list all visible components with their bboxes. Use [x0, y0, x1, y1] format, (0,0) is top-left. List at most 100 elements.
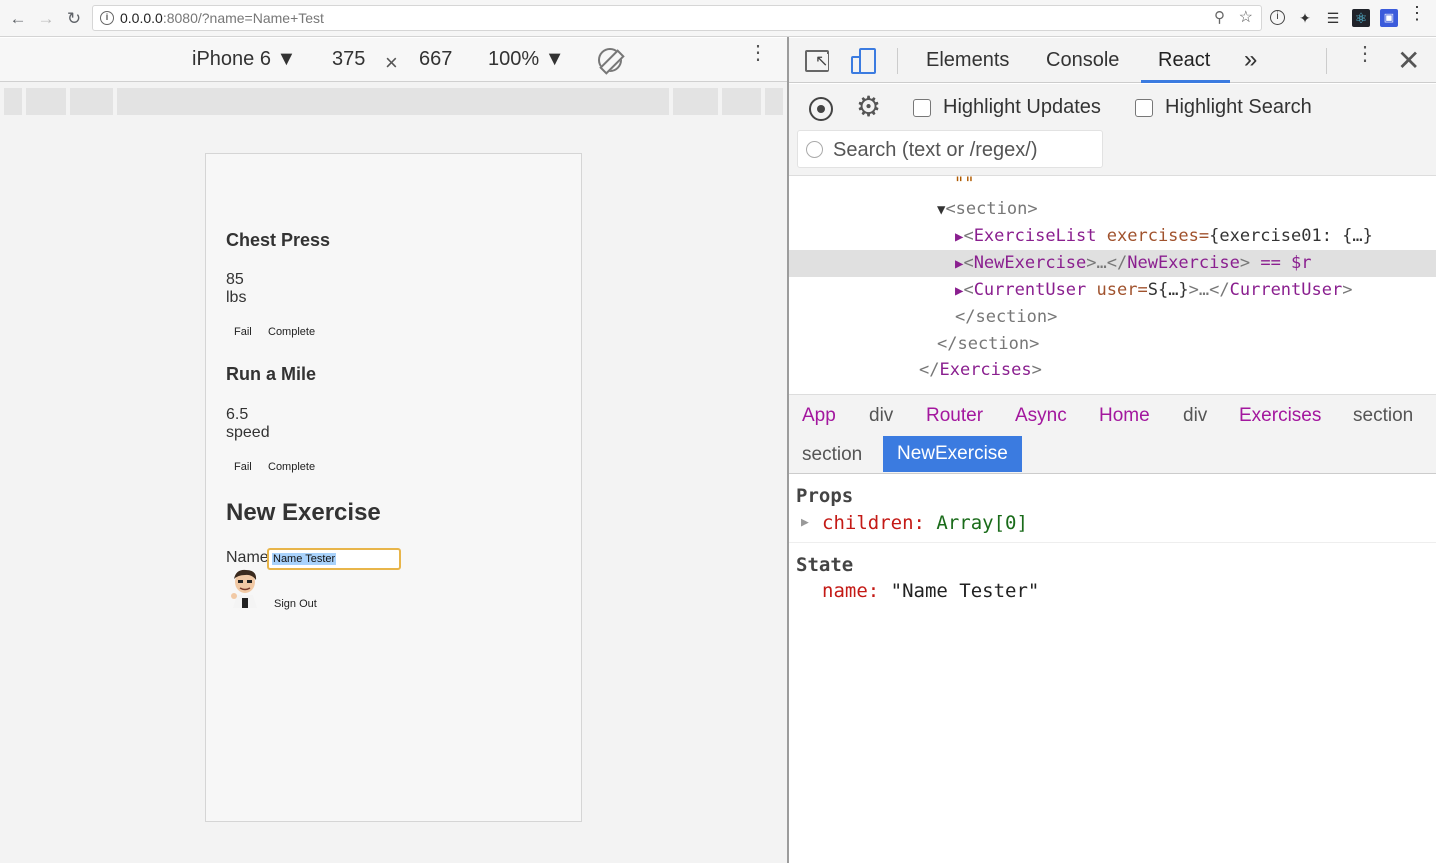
forward-icon[interactable]: → [35, 8, 57, 30]
user-avatar [231, 569, 257, 608]
name-label: Name [226, 549, 269, 566]
tree-node-selected[interactable]: ▶<NewExercise>…</NewExercise> == $r [789, 250, 1436, 277]
tree-node[interactable]: ▶<ExerciseList exercises={exercise01: {…… [789, 223, 1436, 250]
device-toolbar: iPhone 6 ▼ 375 × 667 100% ▼ ⋮ [0, 38, 787, 82]
tree-node[interactable]: </section> [789, 304, 1436, 331]
exercise-value: 6.5 [226, 406, 249, 423]
react-toolbar: ⚙ Highlight Updates Highlight Search Sea… [789, 84, 1436, 176]
breadcrumb-async[interactable]: Async [1015, 405, 1067, 427]
extension-pin-icon[interactable]: ✦ [1296, 9, 1314, 27]
highlight-search-label[interactable]: Highlight Search [1165, 96, 1312, 119]
current-user-tag: CurrentUser [973, 280, 1087, 300]
props-section: Props ▶ children: Array[0] [789, 475, 1436, 543]
info-icon[interactable]: i [100, 11, 114, 25]
breadcrumb-router[interactable]: Router [926, 405, 983, 427]
new-exercise-heading: New Exercise [226, 499, 381, 526]
exercise-list-attr: exercises= [1106, 226, 1210, 246]
inspect-element-icon[interactable] [805, 50, 829, 72]
complete-button[interactable]: Complete [268, 461, 315, 473]
extension-blue-icon[interactable]: ▣ [1380, 9, 1398, 27]
select-element-icon[interactable] [809, 97, 833, 121]
address-bar[interactable]: i 0.0.0.0:8080/?name=Name+Test ⚲ ☆ [92, 5, 1262, 31]
section-close-tag: </section> [955, 307, 1058, 327]
chrome-menu-icon[interactable]: ⋮ [1408, 4, 1426, 27]
more-tabs-icon[interactable]: » [1244, 46, 1257, 74]
react-extension-icon[interactable]: ⚛ [1352, 9, 1370, 27]
breadcrumb-new-exercise[interactable]: NewExercise [883, 436, 1022, 472]
prop-children[interactable]: children: Array[0] [822, 512, 1028, 534]
active-tab-indicator [1141, 80, 1230, 83]
highlight-updates-checkbox[interactable] [913, 99, 931, 117]
device-select[interactable]: iPhone 6 ▼ [192, 48, 296, 71]
state-section: State name: "Name Tester" [789, 544, 1436, 624]
breadcrumb-section[interactable]: section [1353, 405, 1413, 427]
device-viewport: Chest Press 85 lbs Fail Complete Run a M… [205, 153, 582, 822]
fail-button[interactable]: Fail [234, 461, 252, 473]
new-exercise-close-tag: NewExercise [1127, 253, 1240, 273]
prop-key: children: [822, 512, 925, 534]
section-open-tag: <section> [945, 199, 1038, 219]
tree-node[interactable]: ▶<CurrentUser user=S{…}>…</CurrentUser> [789, 277, 1436, 304]
breadcrumb-app[interactable]: App [802, 405, 836, 427]
gear-icon[interactable]: ⚙ [856, 92, 881, 122]
device-emulation-pane: iPhone 6 ▼ 375 × 667 100% ▼ ⋮ Chest Pres… [0, 38, 787, 863]
zoom-select[interactable]: 100% ▼ [488, 48, 565, 71]
reload-icon[interactable]: ↻ [63, 8, 85, 30]
toggle-device-icon[interactable] [851, 48, 877, 74]
highlight-updates-label[interactable]: Highlight Updates [943, 96, 1101, 119]
exercises-close-tag: Exercises [939, 360, 1032, 380]
section-close-tag: </section> [937, 334, 1040, 354]
zoom-icon[interactable]: ⚲ [1214, 8, 1225, 26]
extension-layers-icon[interactable]: ☰ [1324, 9, 1342, 27]
fail-button[interactable]: Fail [234, 326, 252, 338]
search-placeholder: Search (text or /regex/) [833, 139, 1038, 161]
name-input[interactable]: Name Tester [267, 548, 401, 570]
current-user-close-tag: CurrentUser [1229, 280, 1343, 300]
tab-react[interactable]: React [1158, 49, 1210, 72]
tree-node[interactable]: ▼<section> [789, 196, 1436, 223]
devtools-tabbar: Elements Console React » ⋮ ✕ [789, 38, 1436, 83]
new-exercise-tag: NewExercise [973, 253, 1087, 273]
tab-console[interactable]: Console [1046, 49, 1119, 72]
exercise-title: Run a Mile [226, 364, 317, 384]
breadcrumb: App div Router Async Home div Exercises … [789, 394, 1436, 474]
exercise-unit: speed [226, 424, 270, 441]
empty-string-node: "" [954, 174, 975, 194]
devtools-menu-icon[interactable]: ⋮ [1355, 44, 1375, 64]
exercise-unit: lbs [226, 289, 247, 306]
close-icon[interactable]: ✕ [1397, 44, 1420, 77]
viewport-width[interactable]: 375 [332, 48, 365, 71]
props-title: Props [796, 485, 854, 507]
component-tree: "" ▼<section> ▶<ExerciseList exercises={… [789, 174, 1436, 393]
expand-triangle-icon[interactable]: ▶ [801, 515, 809, 530]
breadcrumb-div[interactable]: div [869, 405, 893, 427]
browser-toolbar: ← → ↻ i 0.0.0.0:8080/?name=Name+Test ⚲ ☆… [0, 0, 1436, 37]
viewport-height[interactable]: 667 [419, 48, 452, 71]
dimension-times: × [385, 50, 398, 75]
breadcrumb-section[interactable]: section [802, 444, 862, 466]
rotate-icon[interactable] [598, 48, 622, 72]
tree-node[interactable]: </Exercises> [789, 357, 1436, 384]
tab-elements[interactable]: Elements [926, 49, 1009, 72]
state-name[interactable]: name: "Name Tester" [822, 580, 1039, 602]
breadcrumb-div[interactable]: div [1183, 405, 1207, 427]
tree-node[interactable]: </section> [789, 331, 1436, 358]
state-value: "Name Tester" [890, 580, 1040, 602]
device-menu-icon[interactable]: ⋮ [748, 43, 768, 63]
url-text[interactable]: 0.0.0.0:8080/?name=Name+Test [120, 10, 324, 26]
sign-out-button[interactable]: Sign Out [274, 598, 317, 610]
prop-value: Array[0] [936, 512, 1028, 534]
back-icon[interactable]: ← [7, 8, 29, 30]
exercise-list-val: {exercise01: {…} [1209, 226, 1373, 246]
highlight-search-checkbox[interactable] [1135, 99, 1153, 117]
media-query-ruler[interactable] [0, 88, 787, 115]
extension-info-icon[interactable]: i [1270, 10, 1285, 25]
bookmark-star-icon[interactable]: ☆ [1239, 7, 1253, 27]
search-input[interactable]: Search (text or /regex/) [797, 130, 1103, 168]
complete-button[interactable]: Complete [268, 326, 315, 338]
ref-marker: == $r [1260, 253, 1312, 273]
tree-node[interactable]: "" [789, 171, 1436, 198]
breadcrumb-exercises[interactable]: Exercises [1239, 405, 1321, 427]
breadcrumb-home[interactable]: Home [1099, 405, 1150, 427]
devtools-panel: Elements Console React » ⋮ ✕ ⚙ Highlight… [789, 38, 1436, 863]
